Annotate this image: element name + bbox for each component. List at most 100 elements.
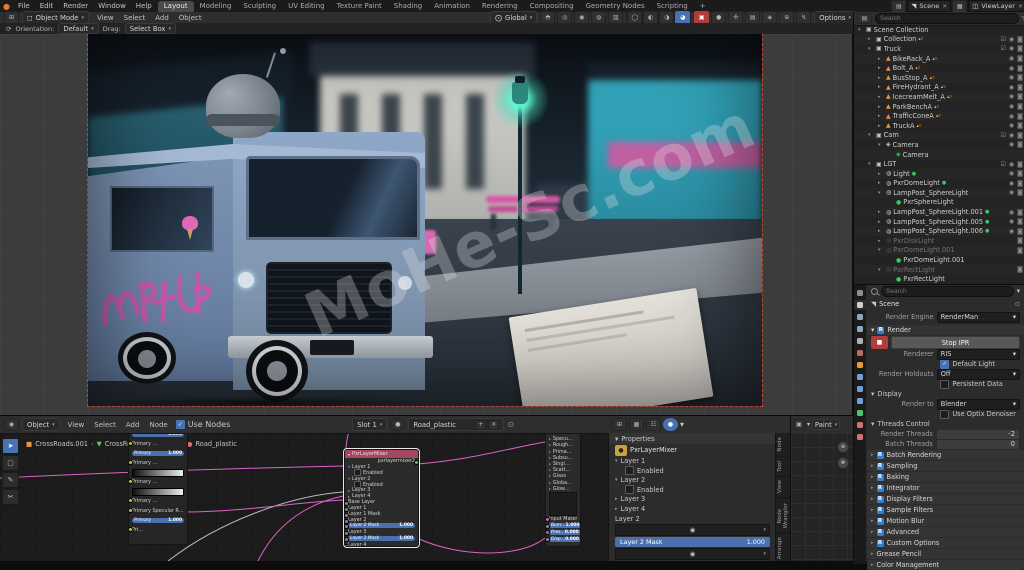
outliner-row[interactable]: ▾ ◍ PxrRectLight ◙ <box>854 265 1024 275</box>
sidebar-layer-label[interactable]: Layer 4 <box>621 505 646 513</box>
hide-viewport-eye-icon[interactable]: ◉ <box>1009 103 1014 110</box>
renderer-dropdown[interactable]: RIS▾ <box>937 349 1020 360</box>
node-header[interactable]: ▾ PxrLayerMixer <box>345 450 418 458</box>
viewlayer-selector[interactable]: ◫ ViewLayer ✕ <box>968 0 1024 12</box>
render-threads-slider[interactable]: -2 <box>936 429 1020 440</box>
node-editor-menu-item[interactable]: View <box>63 421 90 429</box>
outliner-row[interactable]: ▾ ▣ Cam ☑ ◉ ◙ <box>854 131 1024 141</box>
properties-tab-icon[interactable] <box>854 324 866 334</box>
disclosure-arrow-icon[interactable]: ▸ <box>878 180 884 186</box>
disclosure-arrow-icon[interactable]: ▸ <box>878 104 884 110</box>
disclosure-arrow-icon[interactable]: ▾ <box>878 142 884 148</box>
disclosure-arrow-icon[interactable]: ▸ <box>878 123 884 129</box>
outliner-row[interactable]: ▸ ◍ PxrDomeLight ● ◉ ◙ <box>854 179 1024 189</box>
pxrlayermixer-node[interactable]: ▾ PxrLayerMixer pxrlayermixer2 ▾Layer 1 … <box>344 449 419 547</box>
outliner-row[interactable]: ● PxrSphereLight <box>854 198 1024 208</box>
outliner-row[interactable]: ▾ ▣ Truck ☑ ◉ ◙ <box>854 44 1024 54</box>
layer2-mask-slider[interactable]: Layer 2 Mask 1.000 <box>615 537 770 547</box>
zoom-gizmo-icon[interactable]: ⊕ <box>837 441 849 453</box>
app-menu-item[interactable]: Window <box>93 2 131 10</box>
links-cut-tool-icon[interactable]: ✂ <box>2 489 19 505</box>
disclosure-arrow-icon[interactable]: ▸ <box>878 56 884 62</box>
material-name-field[interactable]: Road_plastic + ✕ <box>408 418 504 431</box>
viewport-menu-item[interactable]: View <box>92 14 119 22</box>
disclosure-arrow-icon[interactable]: ▸ <box>878 84 884 90</box>
disclosure-arrow-icon[interactable]: ▸ <box>868 36 874 42</box>
hide-viewport-eye-icon[interactable]: ◉ <box>1009 45 1014 52</box>
new-material-icon[interactable]: + <box>475 420 486 430</box>
sidebar-tab[interactable]: Tool <box>776 457 790 477</box>
display-subpanel-header[interactable]: ▾Display <box>866 389 1024 399</box>
viewlayer-remove-icon[interactable]: ✕ <box>1018 3 1023 10</box>
outliner-row[interactable]: ▸ ▲ FireHydrant_A ▴▿ ◉ ◙ <box>854 83 1024 93</box>
collapsed-panel-header[interactable]: ▸ R Integrator <box>867 483 1024 493</box>
outliner-row[interactable]: ▸ ▲ ParkBenchA ▴▿ ◉ ◙ <box>854 102 1024 112</box>
properties-tab-icon[interactable] <box>854 336 866 346</box>
disable-render-camera-icon[interactable]: ◙ <box>1017 237 1023 244</box>
disclosure-arrow-icon[interactable]: ▸ <box>878 219 884 225</box>
outliner-row[interactable]: ▾ ▣ Scene Collection <box>854 25 1024 35</box>
ipr-record-icon[interactable]: ■ <box>871 336 888 349</box>
hide-viewport-eye-icon[interactable]: ◉ <box>1009 170 1014 177</box>
app-menu-item[interactable]: Edit <box>35 2 59 10</box>
outliner-row[interactable]: ▸ ▲ BikeRack_A ▴▿ ◉ ◙ <box>854 54 1024 64</box>
shader-type-dropdown[interactable]: Object▾ <box>22 418 60 431</box>
viewport-menu-item[interactable]: Select <box>119 14 151 22</box>
disclosure-arrow-icon[interactable]: ▾ <box>858 27 864 33</box>
chevron-down-icon[interactable]: ▾ <box>1017 287 1020 295</box>
hide-viewport-eye-icon[interactable]: ◉ <box>1009 189 1014 196</box>
selectable-checkbox-icon[interactable]: ☑ <box>1001 161 1006 168</box>
properties-tab-icon[interactable] <box>854 288 866 298</box>
outliner-row[interactable]: ▸ ▲ IcecreamMelt_A ▴▿ ◉ ◙ <box>854 92 1024 102</box>
persistent-data-checkbox[interactable] <box>940 380 949 389</box>
outliner-row[interactable]: ● PxrDomeLight.001 <box>854 255 1024 265</box>
outliner-display-mode-icon[interactable]: ▤ <box>857 13 872 24</box>
batch-threads-slider[interactable]: 0 <box>936 439 1020 450</box>
drag-dropdown[interactable]: Select Box▾ <box>125 23 176 34</box>
properties-tab-icon[interactable] <box>854 408 866 418</box>
editor-type-icon[interactable]: ◉ <box>4 418 19 431</box>
hide-viewport-eye-icon[interactable]: ◉ <box>1009 161 1014 168</box>
workspace-tab[interactable]: Shading <box>388 1 428 12</box>
scene-selector[interactable]: ◥ Scene ✕ <box>907 0 951 12</box>
hide-viewport-eye-icon[interactable]: ◉ <box>1009 132 1014 139</box>
disable-render-camera-icon[interactable]: ◙ <box>1017 65 1023 72</box>
disable-render-camera-icon[interactable]: ◙ <box>1017 93 1023 100</box>
render-preview-region[interactable] <box>88 34 762 406</box>
disable-render-camera-icon[interactable]: ◙ <box>1017 170 1023 177</box>
outliner-row[interactable]: ◈ Camera <box>854 150 1024 160</box>
disable-render-camera-icon[interactable]: ◙ <box>1017 218 1023 225</box>
collapsed-panel-header[interactable]: ▸ Color Management <box>867 560 1024 570</box>
disable-render-camera-icon[interactable]: ◙ <box>1017 141 1023 148</box>
disable-render-camera-icon[interactable]: ◙ <box>1017 113 1023 120</box>
properties-tab-icon[interactable] <box>854 396 866 406</box>
disable-render-camera-icon[interactable]: ◙ <box>1017 55 1023 62</box>
outliner-row[interactable]: ● PxrRectLight <box>854 274 1024 284</box>
outliner-row[interactable]: ▸ ▲ Bolt_A ▴▿ ◉ ◙ <box>854 63 1024 73</box>
grid-icon[interactable]: ☷ <box>646 418 661 431</box>
hide-viewport-eye-icon[interactable]: ◉ <box>1009 93 1014 100</box>
disclosure-arrow-icon[interactable]: ▸ <box>878 209 884 215</box>
outliner-row[interactable]: ▸ ◍ LampPost_SphereLight.005 ● ◉ ◙ <box>854 217 1024 227</box>
disable-render-camera-icon[interactable]: ◙ <box>1017 180 1023 187</box>
properties-tab-icon[interactable] <box>854 432 866 442</box>
workspace-tab[interactable]: Texture Paint <box>331 1 388 12</box>
disclosure-arrow-icon[interactable]: ▸ <box>878 65 884 71</box>
disclosure-arrow-icon[interactable]: ▾ <box>868 132 874 138</box>
viewport-menu-item[interactable]: Object <box>174 14 207 22</box>
backdrop-sphere-icon[interactable]: ● <box>663 418 678 431</box>
disable-render-camera-icon[interactable]: ◙ <box>1017 266 1023 273</box>
color-ramp[interactable] <box>132 469 184 477</box>
snap-icon[interactable]: ⊞ <box>612 418 627 431</box>
disable-render-camera-icon[interactable]: ◙ <box>1017 132 1023 139</box>
disable-render-camera-icon[interactable]: ◙ <box>1017 74 1023 81</box>
viewport-3d[interactable]: MoHe-Sc.com <box>0 34 852 415</box>
viewlayer-browse-icon[interactable]: ▦ <box>952 0 967 13</box>
sidebar-layer-label[interactable]: Layer 1 <box>621 457 646 465</box>
pan-gizmo-icon[interactable]: ✥ <box>837 457 849 469</box>
disclosure-arrow-icon[interactable]: ▾ <box>868 46 874 52</box>
node-editor-menu-item[interactable]: Add <box>121 421 145 429</box>
use-nodes-checkbox[interactable]: ✓ <box>176 420 185 429</box>
pin-icon[interactable]: ⊙ <box>507 420 514 429</box>
outliner-row[interactable]: ▸ ◍ PxrDiskLight ◙ <box>854 236 1024 246</box>
